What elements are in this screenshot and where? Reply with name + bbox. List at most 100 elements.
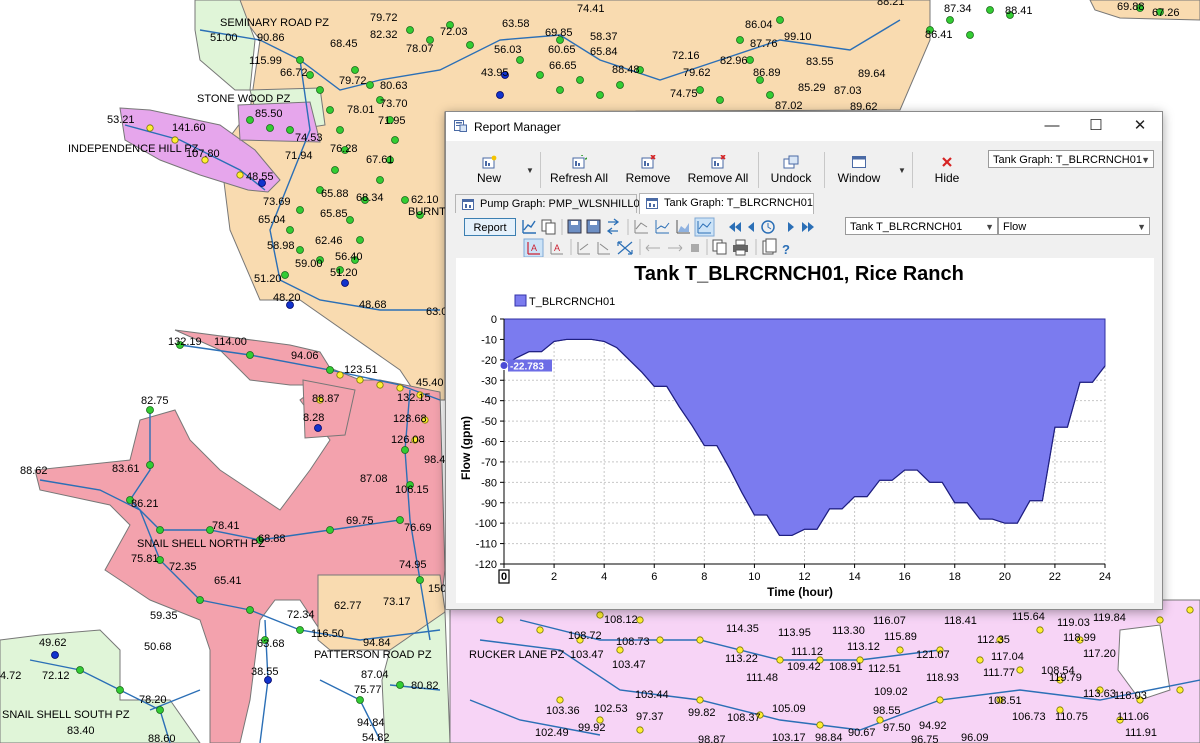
zone-label: INDEPENDENCE HILL PZ (68, 143, 199, 155)
chevron-down-icon: ▼ (985, 222, 994, 232)
hide-button[interactable]: Hide (924, 148, 970, 190)
svg-text:87.34: 87.34 (944, 3, 972, 15)
window-dropdown-arrow-icon[interactable]: ▼ (898, 166, 906, 175)
series-area-fill (503, 318, 1106, 536)
help-icon[interactable]: ? (782, 242, 790, 257)
svg-text:69.85: 69.85 (545, 27, 573, 39)
svg-text:98.4: 98.4 (424, 454, 445, 466)
timestep-icon[interactable] (761, 220, 775, 234)
report-button[interactable]: Report (464, 218, 516, 236)
svg-text:119.03: 119.03 (1057, 617, 1090, 629)
svg-text:103.47: 103.47 (612, 659, 646, 671)
report-manager-window[interactable]: Report Manager — ☐ ✕ New ▼ Refresh All R… (445, 111, 1163, 610)
svg-text:4.72: 4.72 (0, 670, 21, 682)
svg-text:108.12: 108.12 (604, 614, 638, 626)
maximize-button[interactable]: ☐ (1074, 112, 1118, 141)
svg-text:119.84: 119.84 (1093, 612, 1126, 624)
refresh-all-button[interactable]: Refresh All (549, 148, 609, 190)
window-title: Report Manager (474, 120, 561, 134)
new-button[interactable]: New (466, 148, 512, 190)
svg-text:99.82: 99.82 (688, 707, 716, 719)
y-tick-label: -70 (481, 457, 497, 469)
svg-text:74.75: 74.75 (670, 88, 698, 100)
svg-text:108.73: 108.73 (616, 636, 650, 648)
svg-text:75.81: 75.81 (131, 553, 159, 565)
svg-text:65.84: 65.84 (590, 46, 618, 58)
properties-icon[interactable] (762, 238, 777, 255)
svg-text:111.77: 111.77 (983, 667, 1015, 679)
x-tick-labels: 0 2 4 6 8 10 12 14 16 18 20 22 24 (498, 569, 1111, 584)
cursor-point[interactable] (499, 361, 509, 371)
previous-icon[interactable] (748, 222, 754, 232)
svg-text:114.00: 114.00 (214, 336, 247, 348)
stacked-chart-icon[interactable] (694, 217, 715, 237)
y-tick-label: -50 (481, 416, 497, 428)
ribbon-separator (758, 152, 759, 188)
title-bar[interactable]: Report Manager — ☐ ✕ (446, 112, 1162, 141)
svg-text:54.82: 54.82 (362, 732, 390, 743)
undo-zoom-icon[interactable] (577, 242, 590, 255)
svg-text:128.68: 128.68 (393, 413, 427, 425)
print-icon[interactable] (733, 239, 748, 256)
svg-text:83.55: 83.55 (806, 56, 834, 68)
chart-options-icon[interactable] (522, 220, 536, 234)
axis-settings-icon[interactable] (634, 220, 648, 234)
svg-text:121.07: 121.07 (916, 649, 950, 661)
y-tick-label: -60 (481, 437, 497, 449)
svg-text:85.29: 85.29 (798, 82, 826, 94)
fit-view-icon[interactable] (617, 241, 633, 255)
remove-all-button[interactable]: Remove All (686, 148, 750, 190)
refresh-all-label: Refresh All (549, 171, 609, 185)
svg-text:99.92: 99.92 (578, 722, 606, 734)
redo-zoom-icon[interactable] (597, 242, 610, 255)
svg-text:82.75: 82.75 (141, 395, 169, 407)
svg-text:79.72: 79.72 (370, 12, 398, 24)
next-icon[interactable] (788, 222, 794, 232)
close-button[interactable]: ✕ (1118, 112, 1162, 141)
tab-pump-graph[interactable]: Pump Graph: PMP_WLSNHILL01 (455, 194, 646, 213)
export-icon[interactable] (606, 218, 620, 235)
svg-text:108.51: 108.51 (988, 695, 1022, 707)
label-tool-icon[interactable]: A (523, 238, 544, 257)
copy-chart-icon[interactable] (541, 219, 556, 235)
graph-tab-icon (646, 198, 658, 209)
save-chart-icon[interactable] (567, 219, 582, 234)
line-chart-icon[interactable] (655, 220, 670, 234)
attribute-select-dropdown[interactable]: Flow ▼ (998, 217, 1150, 235)
svg-text:106.15: 106.15 (395, 484, 429, 496)
svg-text:51.00: 51.00 (210, 32, 238, 44)
svg-text:113.95: 113.95 (778, 627, 811, 639)
y-tick-label: -30 (481, 375, 497, 387)
svg-text:78.20: 78.20 (139, 694, 167, 706)
svg-text:90.86: 90.86 (257, 32, 285, 44)
hide-label: Hide (934, 171, 960, 185)
save-as-icon[interactable] (586, 219, 601, 234)
first-icon[interactable] (729, 222, 741, 232)
svg-text:118.99: 118.99 (1063, 632, 1096, 644)
copy-icon[interactable] (712, 239, 727, 255)
annotation-icon[interactable]: A (550, 242, 563, 255)
chevron-down-icon: ▼ (1137, 222, 1146, 232)
area-chart-icon[interactable] (676, 220, 690, 234)
zone-label: RUCKER LANE PZ (469, 649, 565, 661)
y-tick-label: -10 (481, 334, 497, 346)
flow-chart[interactable]: Tank T_BLRCRNCH01, Rice Ranch T_BLRCRNCH… (456, 258, 1154, 603)
svg-text:132.19: 132.19 (168, 336, 202, 348)
svg-text:107.80: 107.80 (186, 148, 220, 160)
new-dropdown-arrow-icon[interactable]: ▼ (526, 166, 534, 175)
svg-text:88.60: 88.60 (148, 733, 176, 743)
window-button[interactable]: Window (833, 148, 885, 190)
zone-label: SEMINARY ROAD PZ (220, 17, 329, 29)
graph-select-dropdown[interactable]: Tank Graph: T_BLRCRNCH01 ▼ (988, 150, 1154, 168)
remove-button[interactable]: Remove (624, 148, 672, 190)
minimize-button[interactable]: — (1030, 112, 1074, 141)
report-manager-app-icon (454, 120, 467, 132)
last-icon[interactable] (802, 222, 814, 232)
svg-text:83.61: 83.61 (112, 463, 140, 475)
graph-panel[interactable]: Tank T_BLRCRNCH01, Rice Ranch T_BLRCRNCH… (456, 258, 1154, 603)
element-select-dropdown[interactable]: Tank T_BLRCRNCH01 ▼ (845, 217, 998, 235)
zone-label: BURNT (408, 206, 446, 218)
y-tick-label: 0 (491, 314, 497, 326)
tab-tank-graph[interactable]: Tank Graph: T_BLRCRNCH01 (639, 193, 814, 214)
undock-button[interactable]: Undock (766, 148, 816, 190)
